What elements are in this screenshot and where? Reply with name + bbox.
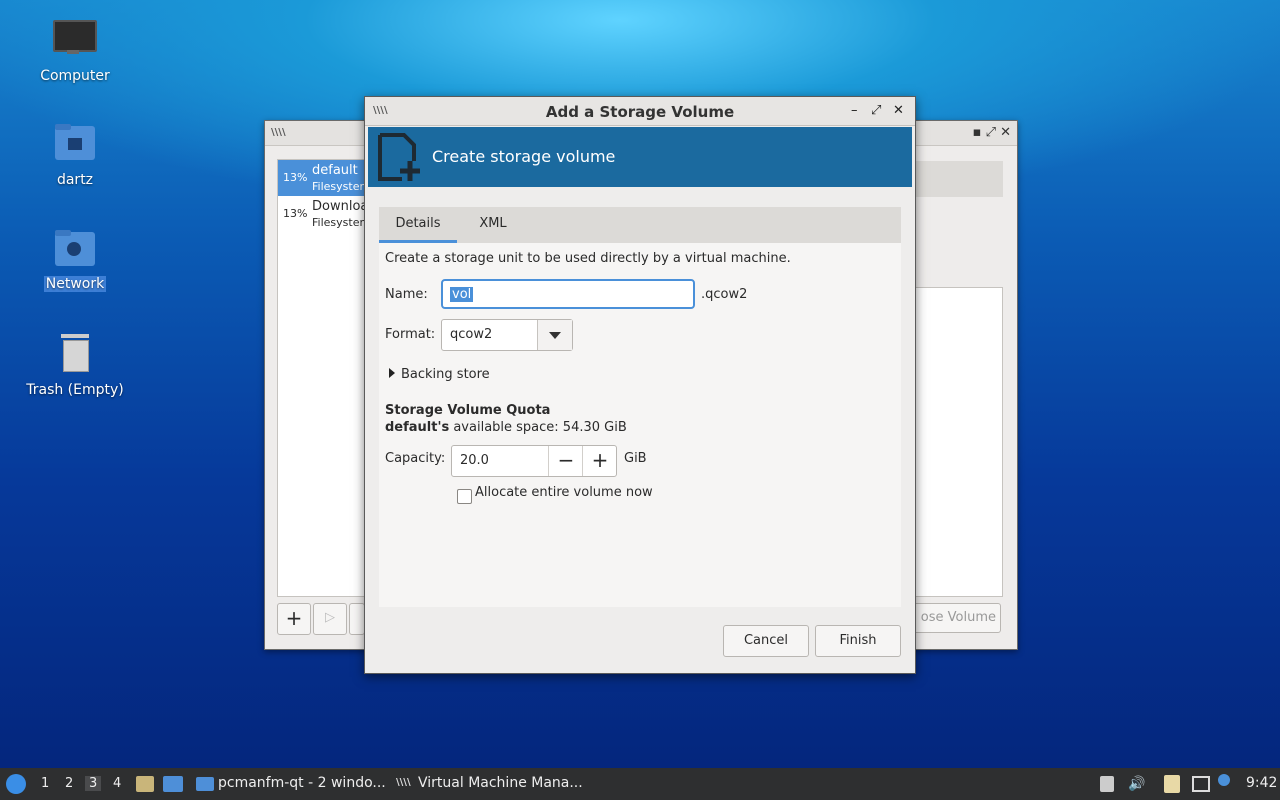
backing-store-label: Backing store: [401, 367, 490, 382]
task-label: Virtual Machine Mana...: [418, 775, 583, 791]
decrement-button[interactable]: −: [548, 446, 583, 476]
name-input[interactable]: vol: [441, 279, 695, 309]
start-pool-button[interactable]: ▷: [313, 603, 347, 635]
desktop-icon-computer[interactable]: Computer: [20, 16, 130, 84]
file-manager-launcher-icon[interactable]: [136, 776, 154, 792]
banner-title: Create storage volume: [432, 147, 616, 166]
tab-xml[interactable]: XML: [459, 207, 527, 243]
tray-up-icon[interactable]: [1100, 776, 1114, 792]
network-folder-icon: [51, 224, 99, 272]
window-controls[interactable]: ▪ ⤢ ✕: [973, 125, 1011, 140]
description-text: Create a storage unit to be used directl…: [385, 251, 791, 266]
workspace-1[interactable]: 1: [41, 776, 49, 791]
desktop-icon-trash[interactable]: Trash (Empty): [20, 330, 130, 398]
finish-button[interactable]: Finish: [815, 625, 901, 657]
folder-icon: [196, 777, 214, 791]
pool-name: Downloads: [312, 199, 368, 214]
name-label: Name:: [385, 287, 428, 302]
task-pcmanfm[interactable]: pcmanfm-qt - 2 windo...: [192, 768, 388, 800]
workspace-4[interactable]: 4: [113, 776, 121, 791]
start-menu-icon[interactable]: [6, 774, 26, 794]
clipboard-icon[interactable]: [1164, 775, 1180, 793]
app-logo-icon: \\\\: [396, 777, 411, 788]
capacity-spinner[interactable]: 20.0 − +: [451, 445, 617, 477]
pool-list: 13% default Filesystem 13% Downloads Fil…: [277, 159, 369, 597]
desktop-icon-label: Network: [43, 276, 107, 292]
quota-heading: Storage Volume Quota: [385, 403, 551, 418]
pool-usage: 13%: [283, 207, 308, 220]
dialog-titlebar[interactable]: \\\\ Add a Storage Volume – ⤢ ✕: [365, 97, 915, 126]
delete-volume-label: ose Volume: [920, 610, 996, 625]
desktop-icon-network[interactable]: Network: [20, 224, 130, 292]
capacity-value: 20.0: [460, 453, 489, 468]
pool-type: Filesystem: [312, 180, 368, 193]
volume-icon[interactable]: 🔊: [1128, 776, 1145, 792]
capacity-label: Capacity:: [385, 451, 446, 466]
add-pool-button[interactable]: +: [277, 603, 311, 635]
desktop-icon-home[interactable]: dartz: [20, 120, 130, 188]
workspace-3[interactable]: 3: [85, 776, 102, 791]
expander-arrow-icon: [389, 368, 395, 378]
clock: 9:42: [1246, 775, 1278, 791]
notification-icon[interactable]: [1218, 774, 1230, 786]
available-space-text: available space: 54.30 GiB: [453, 420, 627, 435]
format-value: qcow2: [450, 327, 493, 342]
format-select[interactable]: qcow2: [441, 319, 573, 351]
pool-name: default: [312, 163, 358, 178]
pool-name-bold: default's: [385, 420, 450, 435]
task-label: pcmanfm-qt - 2 windo...: [218, 775, 386, 791]
pool-item-downloads[interactable]: 13% Downloads Filesystem: [278, 196, 368, 232]
monitor-icon: [51, 16, 99, 64]
add-storage-volume-dialog: \\\\ Add a Storage Volume – ⤢ ✕ Create s…: [364, 96, 916, 674]
name-input-value: vol: [450, 287, 474, 302]
allocate-label: Allocate entire volume now: [475, 485, 653, 500]
volume-list: [915, 287, 1003, 597]
name-suffix: .qcow2: [701, 287, 748, 302]
format-label: Format:: [385, 327, 436, 342]
minimize-icon[interactable]: –: [851, 103, 858, 118]
stop-pool-button[interactable]: [349, 603, 365, 635]
pool-type: Filesystem: [312, 216, 368, 229]
finish-label: Finish: [839, 633, 877, 648]
dialog-tabs: Details XML: [379, 207, 901, 243]
tab-label: XML: [479, 216, 507, 231]
cancel-label: Cancel: [743, 633, 789, 648]
pool-usage: 13%: [283, 171, 308, 184]
trash-icon: [51, 330, 99, 378]
pool-item-default[interactable]: 13% default Filesystem: [278, 160, 368, 196]
taskbar: 1 2 3 4 pcmanfm-qt - 2 windo... \\\\ Vir…: [0, 768, 1280, 800]
app-logo-icon: \\\\: [271, 127, 286, 138]
volume-header: [903, 161, 1003, 197]
available-space: default's available space: 54.30 GiB: [385, 420, 627, 435]
task-virt-manager[interactable]: \\\\ Virtual Machine Mana...: [392, 768, 592, 800]
desktop-icon-label: Trash (Empty): [26, 382, 124, 398]
backing-store-expander[interactable]: Backing store: [389, 367, 490, 382]
network-monitor-icon[interactable]: [1192, 776, 1210, 792]
home-folder-icon: [51, 120, 99, 168]
cancel-button[interactable]: Cancel: [723, 625, 809, 657]
capacity-unit: GiB: [624, 451, 647, 466]
increment-button[interactable]: +: [582, 446, 617, 476]
maximize-icon[interactable]: ⤢: [871, 103, 881, 118]
tab-label: Details: [395, 216, 441, 231]
tab-details[interactable]: Details: [379, 207, 457, 243]
desktop-icon-label: Computer: [40, 68, 110, 84]
dialog-title: Add a Storage Volume: [545, 103, 735, 121]
desktop-icon-label: dartz: [56, 172, 94, 188]
show-desktop-icon[interactable]: [163, 776, 183, 792]
dialog-banner: Create storage volume: [368, 127, 912, 187]
chevron-down-icon[interactable]: [537, 320, 572, 350]
new-volume-icon: [378, 133, 420, 181]
details-panel: Create a storage unit to be used directl…: [379, 243, 901, 607]
workspace-2[interactable]: 2: [65, 776, 73, 791]
allocate-checkbox[interactable]: [457, 489, 472, 504]
close-icon[interactable]: ✕: [893, 103, 904, 118]
delete-volume-button[interactable]: ose Volume: [913, 603, 1001, 633]
